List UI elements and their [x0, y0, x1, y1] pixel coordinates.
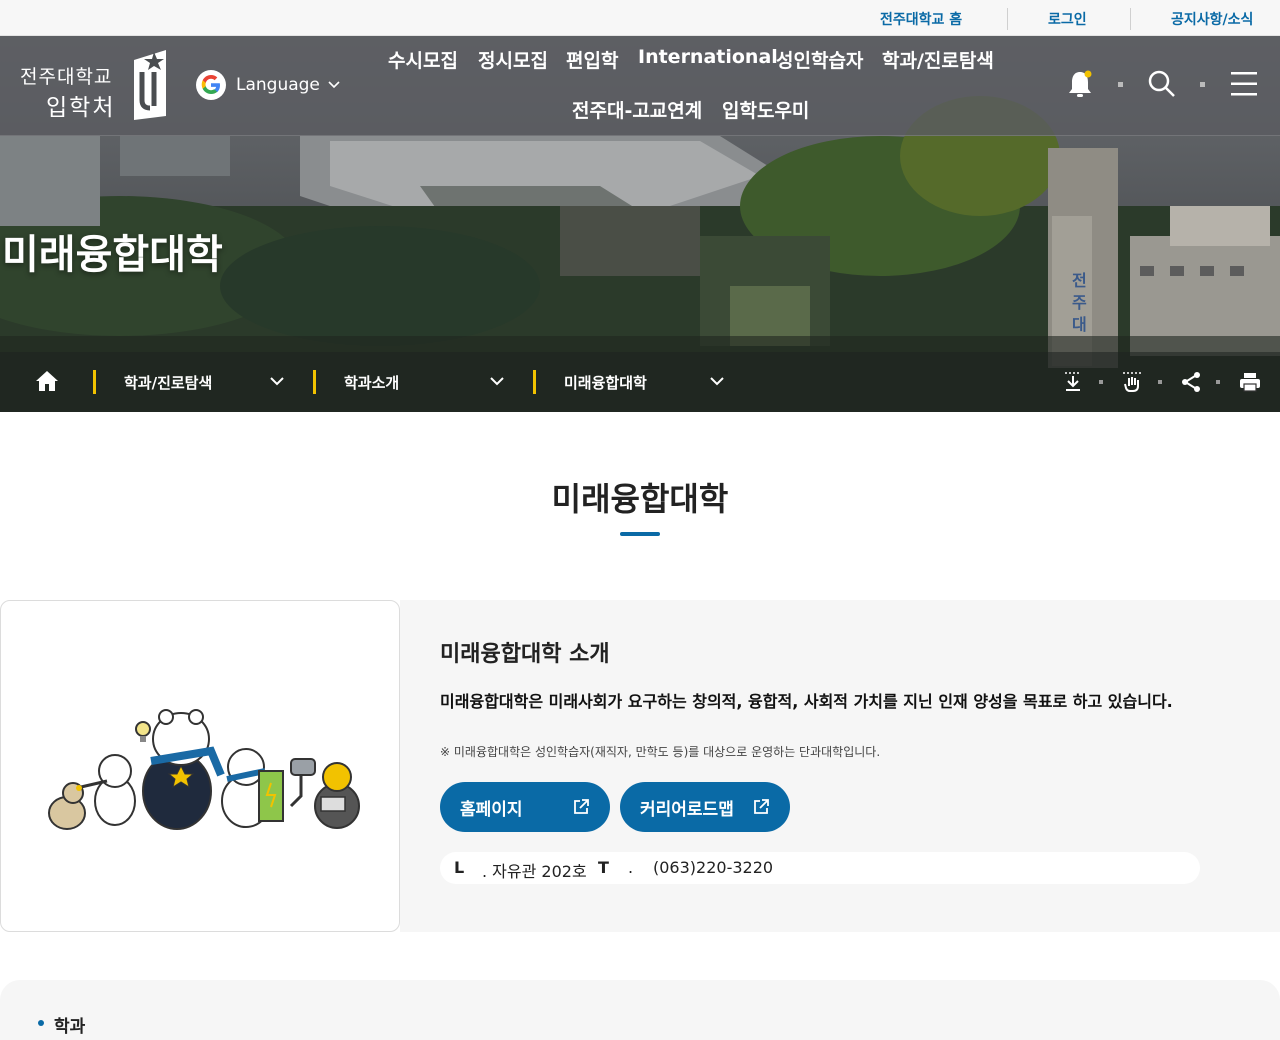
chevron-down-icon[interactable]	[268, 372, 286, 394]
crumb-divider	[533, 370, 536, 394]
search-icon[interactable]	[1142, 64, 1182, 104]
department-section: 학과	[0, 980, 1280, 1040]
svg-text:주: 주	[1072, 293, 1087, 312]
divider-dot	[1118, 82, 1123, 87]
mascot-illustration	[48, 709, 360, 830]
home-icon[interactable]	[34, 369, 60, 397]
chevron-down-icon[interactable]	[708, 372, 726, 394]
career-roadmap-button-label: 커리어로드맵	[640, 799, 734, 820]
divider	[1007, 8, 1008, 30]
college-info-panel: 미래융합대학 소개 미래융합대학은 미래사회가 요구하는 창의적, 융합적, 사…	[400, 600, 1280, 932]
bullet-dot	[38, 1020, 44, 1026]
contact-info: L . 자유관 202호 T . (063)220-3220	[440, 852, 1200, 884]
nav-item-early-admission[interactable]: 수시모집	[388, 46, 458, 73]
jj-emblem-icon	[134, 50, 166, 120]
nav-item-adult-learner[interactable]: 성인학습자	[776, 46, 863, 73]
homepage-button[interactable]: 홈페이지	[440, 782, 610, 832]
crumb-item-department-intro[interactable]: 학과소개	[344, 372, 399, 393]
department-section-label: 학과	[54, 1017, 86, 1037]
divider-dot	[1099, 380, 1103, 384]
hero-banner: 전 주 대 전주대학교 입학처 Language 수시모집 정시모집 편입학 I…	[0, 36, 1280, 412]
crumb-divider	[93, 370, 96, 394]
google-icon	[196, 70, 226, 100]
homepage-button-label: 홈페이지	[460, 799, 523, 820]
intro-heading: 미래융합대학 소개	[440, 642, 610, 667]
notice-link[interactable]: 공지사항/소식	[1171, 9, 1253, 29]
language-label: Language	[236, 75, 320, 95]
tel-separator: .	[628, 858, 634, 877]
nav-item-highschool-link[interactable]: 전주대-고교연계	[572, 96, 702, 123]
menu-icon[interactable]	[1224, 64, 1264, 104]
bell-icon[interactable]	[1060, 64, 1100, 104]
college-intro-card: 미래융합대학 소개 미래융합대학은 미래사회가 요구하는 창의적, 융합적, 사…	[0, 600, 1280, 932]
svg-text:전: 전	[1072, 271, 1087, 290]
nav-item-department[interactable]: 학과/진로탐색	[882, 46, 994, 73]
college-illustration	[0, 600, 400, 932]
divider-dot	[1158, 380, 1162, 384]
print-icon[interactable]	[1238, 370, 1262, 394]
login-link[interactable]: 로그인	[1048, 9, 1087, 29]
share-icon[interactable]	[1179, 370, 1203, 394]
location-value: . 자유관 202호	[482, 862, 587, 881]
title-underline	[620, 532, 660, 536]
nav-item-transfer[interactable]: 편입학	[566, 46, 618, 73]
career-roadmap-button[interactable]: 커리어로드맵	[620, 782, 790, 832]
hero-title: 미래융합대학	[2, 232, 223, 278]
header-bar: 전주대학교 입학처 Language 수시모집 정시모집 편입학 Interna…	[0, 36, 1280, 136]
external-link-icon	[752, 798, 770, 821]
location-key: L	[454, 858, 465, 877]
intro-note: ※ 미래융합대학은 성인학습자(재직자, 만학도 등)를 대상으로 운영하는 단…	[440, 745, 881, 759]
page-title: 미래융합대학	[551, 480, 729, 518]
divider-dot	[1216, 380, 1220, 384]
divider	[1130, 8, 1131, 30]
language-selector[interactable]: Language	[196, 68, 340, 102]
divider-dot	[1200, 82, 1205, 87]
chevron-down-icon	[328, 78, 340, 92]
touch-icon[interactable]	[1120, 370, 1144, 394]
crumb-item-department[interactable]: 학과/진로탐색	[124, 372, 212, 393]
nav-item-regular-admission[interactable]: 정시모집	[478, 46, 548, 73]
chevron-down-icon[interactable]	[488, 372, 506, 394]
tel-value: (063)220-3220	[653, 858, 774, 877]
nav-item-international[interactable]: International	[638, 46, 778, 68]
site-logo[interactable]: 전주대학교 입학처	[20, 50, 170, 122]
top-utility-bar: 전주대학교 홈 로그인 공지사항/소식	[0, 0, 1280, 36]
download-icon[interactable]	[1061, 370, 1085, 394]
intro-lead: 미래융합대학은 미래사회가 요구하는 창의적, 융합적, 사회적 가치를 지닌 …	[440, 692, 1173, 711]
logo-text-university: 전주대학교	[20, 66, 113, 88]
svg-text:대: 대	[1072, 315, 1087, 334]
tel-key: T	[598, 858, 609, 877]
crumb-item-college[interactable]: 미래융합대학	[564, 372, 647, 393]
nav-item-helper[interactable]: 입학도우미	[722, 96, 809, 123]
logo-text-admissions: 입학처	[46, 95, 116, 121]
jj-home-link[interactable]: 전주대학교 홈	[880, 9, 962, 29]
external-link-icon	[572, 798, 590, 821]
crumb-divider	[313, 370, 316, 394]
breadcrumb: 학과/진로탐색 학과소개 미래융합대학	[0, 352, 1280, 412]
